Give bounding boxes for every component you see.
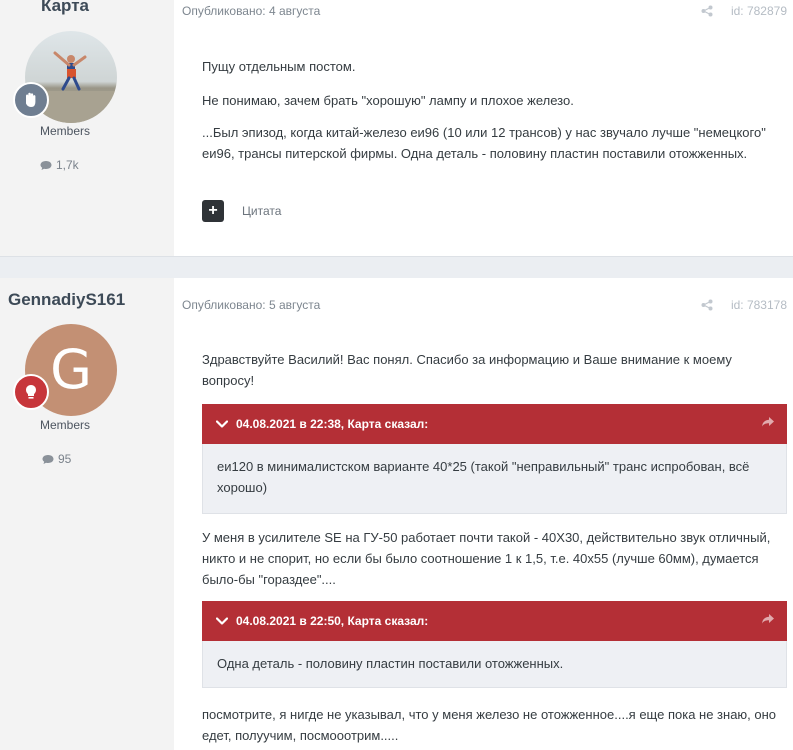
quote-header[interactable]: 04.08.2021 в 22:50, Карта сказал:: [202, 601, 787, 641]
post-paragraph: ...Был эпизод, когда китай-железо еи96 (…: [202, 125, 766, 161]
post-tools: id: 783178: [701, 298, 787, 312]
quote-button[interactable]: Цитата: [242, 204, 281, 218]
rank-badge: [13, 82, 49, 118]
post-id: id: 783178: [730, 298, 787, 312]
go-to-quote-icon[interactable]: [761, 613, 775, 625]
post-2: GennadiyS161 G Members 95 Опубликовано: …: [0, 278, 793, 750]
quote-header-text: 04.08.2021 в 22:38, Карта сказал:: [236, 417, 429, 431]
chevron-down-icon[interactable]: [216, 617, 228, 625]
quote-block: 04.08.2021 в 22:50, Карта сказал: Одна д…: [202, 601, 787, 688]
post-paragraph: Здравствуйте Василий! Вас понял. Спасибо…: [202, 352, 732, 388]
post-count-value: 1,7k: [56, 158, 79, 172]
published-date[interactable]: Опубликовано: 4 августа: [182, 4, 320, 18]
author-panel: Карта Members 1,7k: [0, 0, 174, 256]
post-paragraph: Пущу отдельным постом.: [202, 59, 356, 74]
member-group: Members: [39, 418, 90, 432]
member-group: Members: [39, 124, 90, 138]
post-count: 95: [42, 452, 71, 466]
avatar-letter: G: [50, 338, 92, 401]
lightbulb-icon: [26, 385, 36, 399]
quote-header-text: 04.08.2021 в 22:50, Карта сказал:: [236, 614, 429, 628]
comment-icon: [40, 160, 52, 170]
post-paragraph: посмотрите, я нигде не указывал, что у м…: [202, 707, 777, 743]
comment-icon: [42, 454, 54, 464]
post-divider: [0, 256, 793, 278]
quote-body: Одна деталь - половину пластин поставили…: [202, 641, 787, 688]
quote-body: еи120 в минималистском варианте 40*25 (т…: [202, 444, 787, 514]
post-1: Карта Members 1,7k Опубликовано: 4 авгус…: [0, 0, 793, 256]
author-name[interactable]: Карта: [0, 0, 130, 16]
author-name[interactable]: GennadiyS161: [8, 290, 125, 310]
published-date[interactable]: Опубликовано: 5 августа: [182, 298, 320, 312]
quote-block: 04.08.2021 в 22:38, Карта сказал: еи120 …: [202, 404, 787, 514]
hand-icon: [26, 92, 36, 107]
post-paragraph: У меня в усилителе SE на ГУ-50 работает …: [202, 530, 771, 587]
share-icon[interactable]: [701, 299, 713, 311]
go-to-quote-icon[interactable]: [761, 416, 775, 428]
quote-header[interactable]: 04.08.2021 в 22:38, Карта сказал:: [202, 404, 787, 444]
share-icon[interactable]: [701, 5, 713, 17]
quote-action: + Цитата: [202, 200, 281, 222]
post-id: id: 782879: [730, 4, 787, 18]
post-content: Опубликовано: 5 августа id: 783178 Здрав…: [174, 278, 793, 750]
post-tools: id: 782879: [701, 4, 787, 18]
rank-badge: [13, 374, 49, 410]
author-panel: GennadiyS161 G Members 95: [0, 278, 174, 750]
multiquote-button[interactable]: +: [202, 200, 224, 222]
post-content: Опубликовано: 4 августа id: 782879 Пущу …: [174, 0, 793, 256]
chevron-down-icon[interactable]: [216, 420, 228, 428]
post-count: 1,7k: [40, 158, 79, 172]
post-paragraph: Не понимаю, зачем брать "хорошую" лампу …: [202, 93, 574, 108]
post-count-value: 95: [58, 452, 72, 466]
